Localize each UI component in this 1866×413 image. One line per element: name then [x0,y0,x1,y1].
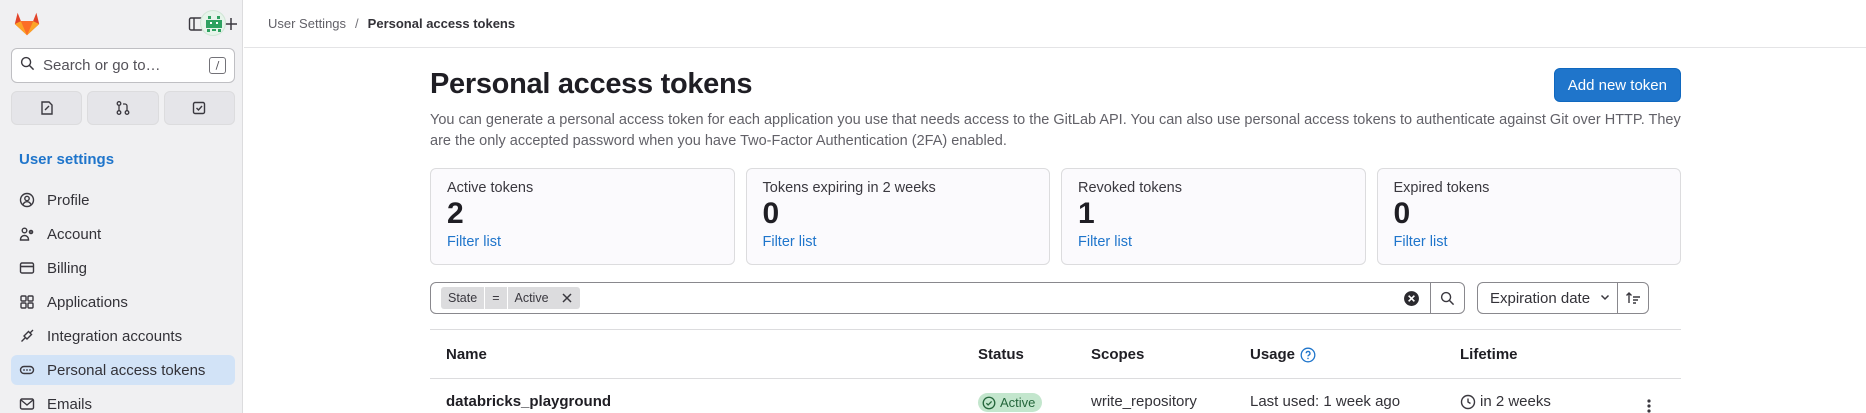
todos-button[interactable] [163,91,235,125]
token-scopes: write_repository [1091,393,1197,410]
account-icon [19,226,35,242]
search-icon [20,56,35,76]
filter-list-link[interactable]: Filter list [447,234,501,250]
sidebar-item-label: Billing [47,259,88,277]
column-status[interactable]: Status [978,346,1024,363]
sort-label: Expiration date [1490,289,1591,307]
token-lifetime-label: in 2 weeks [1480,393,1551,410]
breadcrumb-current[interactable]: Personal access tokens [368,16,515,31]
sidebar-item-label: Profile [47,191,90,209]
search-placeholder: Search or go to… [43,57,161,74]
breadcrumb-user-settings[interactable]: User Settings [268,16,346,31]
breadcrumb: User Settings / Personal access tokens [244,0,1866,48]
filter-list-link[interactable]: Filter list [763,234,817,250]
page-description: You can generate a personal access token… [430,112,1681,149]
email-icon [19,396,35,412]
column-lifetime[interactable]: Lifetime [1460,346,1518,363]
clear-filter-icon[interactable] [1403,290,1420,307]
stat-value: 2 [447,197,464,230]
add-new-token-button[interactable]: Add new token [1553,68,1681,102]
filtered-search-input[interactable]: State = Active [430,282,1465,314]
token-status: Active [978,393,1043,412]
sidebar-item-label: Personal access tokens [47,361,206,379]
issues-icon [40,101,53,115]
merge-request-icon [116,101,130,115]
stat-card-expired: Expired tokens 0 Filter list [1376,168,1681,265]
sidebar-item-label: Integration accounts [47,327,183,345]
column-usage[interactable]: Usage [1250,346,1316,363]
sidebar-item-billing[interactable]: Billing [11,253,235,283]
check-circle-icon [982,396,996,410]
search-icon [1440,291,1455,305]
search-button[interactable] [1430,283,1464,313]
sidebar-nav: Profile Account Billing Applications Int… [11,185,235,413]
merge-requests-button[interactable] [87,91,159,125]
stat-label: Expired tokens [1393,180,1490,196]
stat-card-revoked: Revoked tokens 1 Filter list [1061,168,1366,265]
sort-direction-button[interactable] [1617,282,1649,314]
stat-label: Active tokens [447,180,534,196]
column-usage-label: Usage [1250,346,1296,363]
breadcrumb-separator: / [355,16,359,31]
stat-value: 0 [762,197,780,230]
token-stats: Active tokens 2 Filter list Tokens expir… [430,168,1681,265]
sort-ascending-icon [1626,292,1640,304]
stat-value: 0 [1393,197,1411,230]
stat-label: Revoked tokens [1078,180,1182,196]
integration-icon [19,328,35,344]
sort-dropdown[interactable]: Expiration date [1477,282,1618,314]
billing-icon [19,260,35,276]
stat-card-expiring: Tokens expiring in 2 weeks 0 Filter list [745,168,1050,265]
sidebar-item-profile[interactable]: Profile [11,185,235,215]
token-usage: Last used: 1 week ago [1250,393,1401,410]
status-badge-label: Active [1000,395,1036,410]
token-lifetime: in 2 weeks [1460,393,1551,410]
close-icon[interactable] [555,292,573,304]
sidebar-item-account[interactable]: Account [11,219,235,249]
tokens-table: Name Status Scopes Usage Lifetime databr… [430,329,1681,413]
search-input[interactable]: Search or go to… / [11,48,235,83]
filter-list-link[interactable]: Filter list [1394,234,1448,250]
stat-value: 1 [1078,197,1095,230]
filter-token-field: State [441,287,485,309]
token-name: databricks_playground [446,393,612,410]
sidebar-item-label: Applications [47,293,128,311]
sidebar: Search or go to… / User settings Profile… [0,0,243,413]
filter-row: State = Active Expiration date [430,282,1681,314]
token-icon [19,362,35,378]
filter-list-link[interactable]: Filter list [1078,234,1132,250]
column-scopes[interactable]: Scopes [1091,346,1144,363]
status-badge: Active [978,393,1043,412]
avatar[interactable] [200,10,226,36]
sidebar-item-integration-accounts[interactable]: Integration accounts [11,321,235,351]
stat-card-active: Active tokens 2 Filter list [430,168,735,265]
more-actions-icon[interactable] [1647,399,1651,413]
sidebar-top [12,8,237,40]
applications-icon [19,294,35,310]
sidebar-item-label: Emails [47,395,93,413]
nav-section-title[interactable]: User settings [19,151,114,168]
help-icon[interactable] [1300,347,1316,363]
filter-token-value-text: Active [514,291,549,305]
search-shortcut-key: / [209,57,226,74]
column-name[interactable]: Name [446,346,487,363]
stat-label: Tokens expiring in 2 weeks [762,180,936,196]
table-row: databricks_playground Active write_repos… [430,379,1681,413]
chevron-down-icon [1599,290,1611,307]
table-header: Name Status Scopes Usage Lifetime [430,330,1681,379]
filter-token[interactable]: State = Active [441,287,580,309]
profile-icon [19,192,35,208]
filter-token-value: Active [507,287,580,309]
sidebar-item-personal-access-tokens[interactable]: Personal access tokens [11,355,235,385]
quick-actions [11,91,235,125]
sidebar-item-applications[interactable]: Applications [11,287,235,317]
clock-icon [1460,394,1476,410]
issues-button[interactable] [11,91,83,125]
page-title: Personal access tokens [430,68,753,100]
sidebar-item-emails[interactable]: Emails [11,389,235,413]
todo-icon [193,101,206,115]
sidebar-item-label: Account [47,225,102,243]
filter-token-operator: = [485,287,507,309]
gitlab-logo-icon[interactable] [12,8,42,38]
